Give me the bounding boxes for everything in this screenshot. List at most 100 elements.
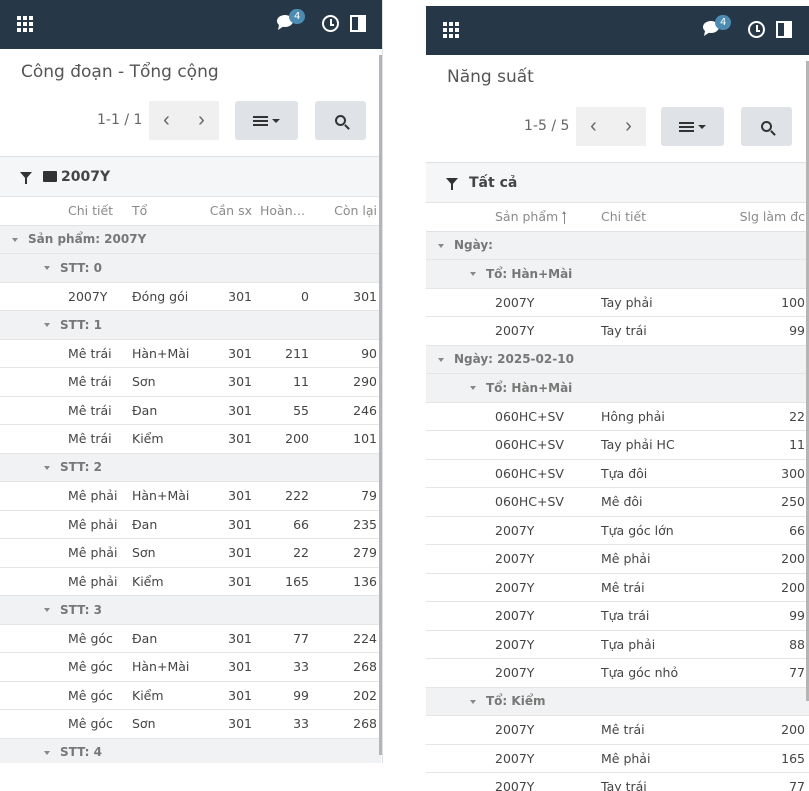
table-row[interactable]: 2007Y Tay trái 77	[426, 772, 809, 791]
pager-next-button[interactable]: ›	[611, 107, 646, 146]
pager-previous-button[interactable]: ‹	[149, 101, 184, 140]
activity-clock-icon[interactable]	[748, 21, 765, 38]
chat-icon[interactable]: 4	[276, 9, 306, 33]
page-title: Năng suất	[447, 67, 534, 87]
left-list-table: Chi tiết Tổ Cần sx Hoàn t... Còn lại Sản…	[0, 197, 381, 763]
group-row[interactable]: Ngày:	[426, 231, 809, 260]
table-row[interactable]: 2007Y Tựa góc lớn 66	[426, 516, 809, 545]
table-cell: 79	[313, 481, 381, 511]
group-row[interactable]: Sản phẩm: 2007Y	[0, 225, 381, 254]
column-header-slg-lam-dc[interactable]: Slg làm đc	[717, 203, 809, 232]
table-cell: 301	[196, 652, 256, 682]
table-cell: Hông phải	[597, 402, 717, 431]
table-cell: 2007Y	[491, 601, 597, 631]
group-row[interactable]: STT: 2	[0, 453, 381, 482]
table-row[interactable]: 2007Y Mê phải 200	[426, 544, 809, 574]
table-cell: 2007Y	[491, 658, 597, 688]
table-cell: Kiểm	[128, 424, 196, 454]
table-cell: 301	[196, 481, 256, 511]
table-cell: 235	[313, 510, 381, 539]
group-row[interactable]: STT: 4	[0, 738, 381, 763]
left-scrollbar[interactable]	[379, 55, 382, 755]
column-header-to[interactable]: Tổ	[128, 197, 196, 226]
filter-bar[interactable]: Tất cả	[426, 163, 809, 203]
activity-clock-icon[interactable]	[322, 15, 339, 32]
table-cell: 66	[717, 516, 809, 545]
table-row[interactable]: Mê trái Kiểm 301 200 101	[0, 424, 381, 454]
caret-down-icon	[272, 118, 280, 123]
table-cell: 165	[717, 744, 809, 773]
apps-menu-icon[interactable]	[17, 16, 33, 32]
column-header-san-pham[interactable]: Sản phẩm	[491, 203, 597, 232]
table-row[interactable]: Mê trái Hàn+Mài 301 211 90	[0, 339, 381, 368]
table-cell: Mê trái	[597, 573, 717, 602]
table-row[interactable]: 2007Y Mê trái 200	[426, 715, 809, 745]
table-row[interactable]: 2007Y Tay trái 99	[426, 316, 809, 346]
table-cell: 0	[256, 282, 313, 311]
pager-value[interactable]: 1-5 / 5	[524, 118, 569, 134]
row-spacer	[426, 544, 491, 574]
table-row[interactable]: Mê trái Sơn 301 11 290	[0, 367, 381, 397]
table-row[interactable]: 2007Y Tựa phải 88	[426, 630, 809, 659]
table-cell: 136	[313, 567, 381, 596]
apps-menu-icon[interactable]	[443, 22, 459, 38]
view-switcher-button[interactable]	[661, 107, 724, 146]
row-spacer	[426, 601, 491, 631]
group-row[interactable]: Tổ: Hàn+Mài	[426, 259, 809, 289]
table-cell: 2007Y	[491, 630, 597, 659]
table-row[interactable]: Mê phải Sơn 301 22 279	[0, 538, 381, 568]
split-view-icon[interactable]	[776, 21, 792, 38]
split-view-icon[interactable]	[350, 15, 366, 32]
group-row[interactable]: STT: 1	[0, 310, 381, 340]
message-count-badge: 4	[715, 15, 732, 30]
pager-value[interactable]: 1-1 / 1	[97, 112, 142, 128]
table-row[interactable]: Mê phải Kiểm 301 165 136	[0, 567, 381, 596]
control-panel: Năng suất 1-5 / 5 ‹ ›	[426, 55, 809, 163]
table-row[interactable]: 060HC+SV Hông phải 22	[426, 402, 809, 431]
pager-previous-button[interactable]: ‹	[576, 107, 611, 146]
column-header-hoan-thanh[interactable]: Hoàn t...	[256, 197, 313, 226]
row-spacer	[0, 510, 64, 539]
column-header-chi-tiet[interactable]: Chi tiết	[597, 203, 717, 232]
table-row[interactable]: Mê góc Hàn+Mài 301 33 268	[0, 652, 381, 682]
view-switcher-button[interactable]	[235, 101, 298, 140]
column-header-chi-tiet[interactable]: Chi tiết	[64, 197, 128, 226]
table-cell: 2007Y	[491, 573, 597, 602]
pager-next-button[interactable]: ›	[184, 101, 219, 140]
table-cell: 2007Y	[491, 316, 597, 346]
table-row[interactable]: 2007Y Tựa trái 99	[426, 601, 809, 631]
table-row[interactable]: Mê góc Sơn 301 33 268	[0, 709, 381, 739]
group-row[interactable]: STT: 3	[0, 595, 381, 625]
group-label: STT: 4	[60, 745, 102, 760]
table-row[interactable]: 060HC+SV Tựa đôi 300	[426, 459, 809, 488]
table-row[interactable]: 2007Y Tay phải 100	[426, 288, 809, 317]
table-cell: 99	[256, 681, 313, 710]
table-row[interactable]: Mê phải Đan 301 66 235	[0, 510, 381, 539]
group-row[interactable]: Tổ: Kiểm	[426, 687, 809, 716]
group-row[interactable]: Tổ: Hàn+Mài	[426, 373, 809, 403]
search-button[interactable]	[741, 107, 792, 146]
table-row[interactable]: 2007Y Tựa góc nhỏ 77	[426, 658, 809, 688]
chat-icon[interactable]: 4	[702, 15, 732, 39]
table-row[interactable]: Mê trái Đan 301 55 246	[0, 396, 381, 425]
group-row[interactable]: STT: 0	[0, 253, 381, 283]
filter-bar[interactable]: 2007Y	[0, 157, 382, 197]
table-row[interactable]: Mê góc Kiểm 301 99 202	[0, 681, 381, 710]
table-cell: Mê trái	[64, 339, 128, 368]
table-row[interactable]: 060HC+SV Mê đôi 250	[426, 487, 809, 517]
column-header-con-lai[interactable]: Còn lại	[313, 197, 381, 226]
table-row[interactable]: 2007Y Mê trái 200	[426, 573, 809, 602]
table-cell: 200	[717, 573, 809, 602]
table-cell: 301	[196, 538, 256, 568]
group-row[interactable]: Ngày: 2025-02-10	[426, 345, 809, 374]
search-button[interactable]	[315, 101, 366, 140]
table-cell: Mê đôi	[597, 487, 717, 517]
group-label: Sản phẩm: 2007Y	[28, 232, 147, 247]
table-row[interactable]: 2007Y Mê phải 165	[426, 744, 809, 773]
table-row[interactable]: 2007Y Đóng gói 301 0 301	[0, 282, 381, 311]
table-cell: 66	[256, 510, 313, 539]
table-row[interactable]: 060HC+SV Tay phải HC 11	[426, 430, 809, 460]
column-header-can-sx[interactable]: Cần sx	[196, 197, 256, 226]
table-row[interactable]: Mê phải Hàn+Mài 301 222 79	[0, 481, 381, 511]
table-row[interactable]: Mê góc Đan 301 77 224	[0, 624, 381, 653]
